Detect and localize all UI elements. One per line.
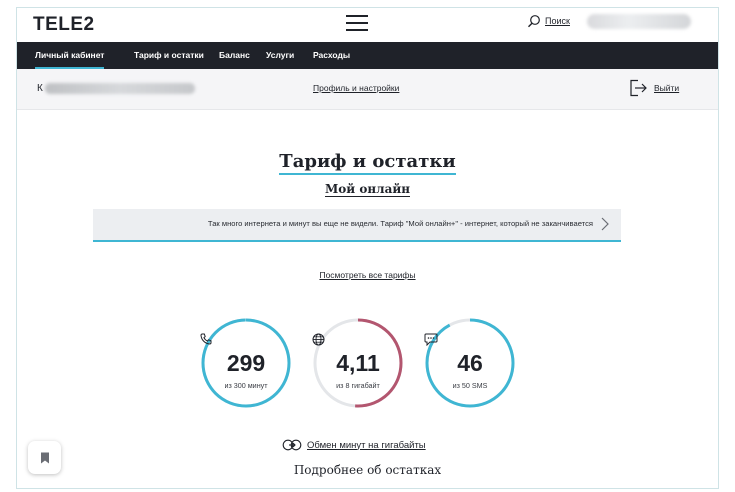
- nav-item-balance[interactable]: Баланс: [219, 42, 250, 69]
- hamburger-menu-icon[interactable]: [346, 15, 368, 31]
- remains-internet[interactable]: 4,11 из 8 гигабайт: [312, 317, 404, 409]
- bookmark-icon: [40, 452, 49, 463]
- account-number-blurred[interactable]: [587, 14, 691, 29]
- nav-item-personal-account[interactable]: Личный кабинет: [35, 42, 105, 69]
- brand-logo[interactable]: TELE2: [33, 14, 95, 36]
- globe-icon: [312, 333, 325, 346]
- chevron-right-icon: [601, 217, 609, 231]
- main-nav: Личный кабинет Тариф и остатки Баланс Ус…: [17, 42, 718, 69]
- exchange-icon: [282, 439, 302, 451]
- more-remains-row: Подробнее об остатках: [17, 463, 718, 477]
- sms-caption: из 50 SMS: [452, 381, 488, 390]
- nav-item-tariff[interactable]: Тариф и остатки: [134, 42, 204, 69]
- all-tariffs-link[interactable]: Посмотреть все тарифы: [319, 270, 415, 280]
- remains-minutes[interactable]: 299 из 300 минут: [200, 317, 292, 409]
- app-window: TELE2 Поиск Личный кабинет Тариф и остат…: [16, 7, 719, 489]
- plan-name: Мой онлайн: [324, 182, 411, 197]
- top-header: TELE2 Поиск: [17, 8, 718, 42]
- logout-icon: [630, 79, 647, 97]
- logout-label: Выйти: [654, 83, 680, 93]
- internet-caption: из 8 гигабайт: [336, 381, 380, 390]
- sms-value: 46: [457, 350, 483, 376]
- promo-banner[interactable]: Так много интернета и минут вы еще не ви…: [93, 209, 621, 242]
- account-subbar: К Профиль и настройки Выйти: [17, 69, 718, 110]
- promo-text: Так много интернета и минут вы еще не ви…: [207, 219, 593, 228]
- chat-icon: [424, 333, 438, 346]
- search-icon: [528, 15, 540, 28]
- all-tariffs-link-row: Посмотреть все тарифы: [17, 270, 718, 280]
- more-remains-link[interactable]: Подробнее об остатках: [294, 463, 441, 477]
- search-button[interactable]: Поиск: [527, 14, 570, 28]
- user-name-blurred: [45, 83, 195, 94]
- logout-button[interactable]: Выйти: [629, 79, 679, 97]
- internet-value: 4,11: [336, 350, 380, 376]
- phone-icon: [200, 333, 212, 345]
- exchange-minutes-label: Обмен минут на гигабайты: [307, 439, 426, 451]
- bookmark-button[interactable]: [28, 441, 61, 474]
- remains-sms[interactable]: 46 из 50 SMS: [424, 317, 516, 409]
- search-label: Поиск: [545, 16, 570, 26]
- minutes-caption: из 300 минут: [224, 381, 268, 390]
- profile-settings-link[interactable]: Профиль и настройки: [313, 83, 399, 93]
- user-name-initial: К: [37, 83, 43, 94]
- page-title: Тариф и остатки: [17, 151, 718, 175]
- minutes-value: 299: [226, 350, 266, 376]
- nav-item-expenses[interactable]: Расходы: [313, 42, 350, 69]
- exchange-minutes-button[interactable]: Обмен минут на гигабайты: [282, 439, 426, 451]
- nav-item-services[interactable]: Услуги: [266, 42, 294, 69]
